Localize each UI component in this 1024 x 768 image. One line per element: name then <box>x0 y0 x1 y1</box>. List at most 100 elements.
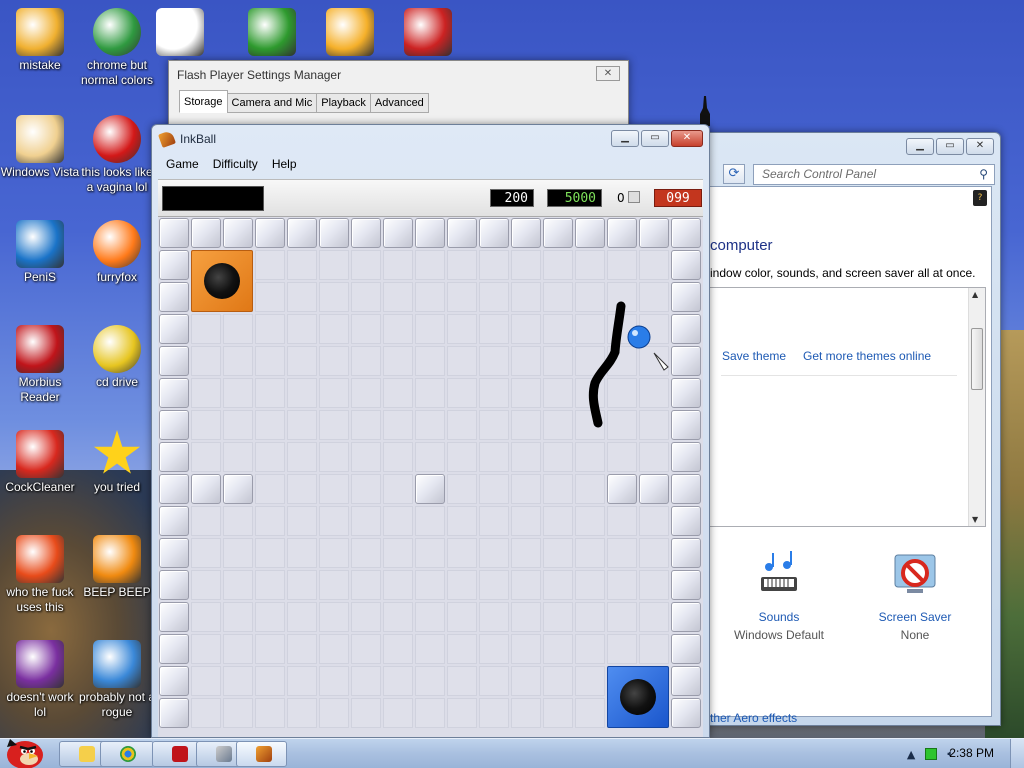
ball-queue-icon <box>627 191 640 203</box>
desktop-wallpaper-tower <box>700 96 710 126</box>
maximize-button[interactable]: ▭ <box>641 130 669 147</box>
inkball-title: InkBall <box>180 132 217 146</box>
blue-ball <box>627 325 651 349</box>
star-icon <box>93 430 141 474</box>
inkball-status-bar: 200 5000 0 099 <box>158 179 703 217</box>
save-theme-link[interactable]: Save theme <box>722 349 786 363</box>
desktop-icon[interactable]: Morbius Reader <box>0 325 80 405</box>
taskbar-inkball-button[interactable] <box>236 741 287 767</box>
network-icon[interactable] <box>925 748 938 760</box>
computer-icon <box>16 8 64 56</box>
minimize-button[interactable]: ▁ <box>906 138 934 155</box>
pen-cursor-icon <box>653 352 669 371</box>
desktop-icon[interactable]: PeniS <box>0 220 80 285</box>
desktop-icon-label: furryfox <box>96 270 137 284</box>
tab-camera-and-mic[interactable]: Camera and Mic <box>226 93 318 113</box>
minimize-button[interactable]: ▁ <box>611 130 639 147</box>
desktop-icon[interactable]: you tried <box>77 430 157 495</box>
aero-effects-link[interactable]: ther Aero effects <box>710 711 797 725</box>
tab-advanced[interactable]: Advanced <box>369 93 429 113</box>
solitaire-icon <box>156 8 204 56</box>
ball-highlight <box>632 330 638 336</box>
ink-layer[interactable] <box>158 217 703 738</box>
flash-tabs: Storage Camera and Mic Playback Advanced <box>179 90 429 113</box>
desktop-icon[interactable]: CockCleaner <box>0 430 80 495</box>
tools-icon <box>216 746 232 762</box>
ink-stroke <box>588 301 626 428</box>
desktop-icon-label: doesn't work lol <box>6 690 74 719</box>
lightning-icon <box>16 535 64 583</box>
chrome-icon <box>93 8 141 56</box>
egg-icon <box>16 115 64 163</box>
divider <box>721 375 957 376</box>
desktop-icon[interactable]: this looks like a vagina lol <box>77 115 157 195</box>
menu-help[interactable]: Help <box>272 154 297 174</box>
page-description: indow color, sounds, and screen saver al… <box>710 266 976 280</box>
scroll-up-icon[interactable]: ▲ <box>972 290 978 299</box>
game-board[interactable] <box>158 217 703 738</box>
sounds-icon <box>761 551 797 591</box>
search-input[interactable]: Search Control Panel ⚲ <box>753 164 995 185</box>
inkball-window-controls: ▁ ▭ ✕ <box>611 130 703 147</box>
desktop-icon[interactable] <box>388 8 468 58</box>
menu-game[interactable]: Game <box>166 154 199 174</box>
desktop-icon-label: BEEP BEEP <box>83 585 151 599</box>
desktop-icon[interactable]: doesn't work lol <box>0 640 80 720</box>
search-icon[interactable]: ⚲ <box>979 167 988 181</box>
desktop-icon-label: Windows Vista <box>0 165 80 179</box>
sounds-value: Windows Default <box>733 628 825 642</box>
firefox-icon <box>93 220 141 268</box>
maximize-button[interactable]: ▭ <box>936 138 964 155</box>
security-shield-icon <box>248 8 296 56</box>
yahoo-messenger-icon <box>16 640 64 688</box>
desktop-icon[interactable]: cd drive <box>77 325 157 390</box>
inkball-window[interactable]: InkBall ▁ ▭ ✕ Game Difficulty Help 200 5… <box>151 124 710 738</box>
theme-list[interactable]: Save theme Get more themes online ▲ ▼ <box>692 287 986 527</box>
screen-saver-item[interactable]: Screen Saver None <box>850 549 980 642</box>
taskbar: ▲ 🔈︎ 2:38 PM <box>0 738 1024 768</box>
winged-badge-icon <box>404 8 452 56</box>
cpanel-toolbar: ⟳ Search Control Panel ⚲ <box>691 161 1000 185</box>
timer-display: 099 <box>654 189 702 207</box>
vlc-cone-icon <box>93 535 141 583</box>
clock[interactable]: 2:38 PM <box>949 746 994 760</box>
flash-title: Flash Player Settings Manager <box>169 61 628 89</box>
desktop-icon[interactable]: probably not a rogue <box>77 640 157 720</box>
desktop-icon[interactable]: mistake <box>0 8 80 73</box>
show-desktop-button[interactable] <box>1010 739 1024 768</box>
chrome-icon <box>120 746 136 762</box>
scroll-thumb[interactable] <box>971 328 983 390</box>
inkball-menubar: Game Difficulty Help <box>158 154 703 174</box>
show-hidden-icons-icon[interactable]: ▲ <box>907 748 915 761</box>
desktop-icon[interactable]: BEEP BEEP <box>77 535 157 600</box>
desktop-icon-label: probably not a rogue <box>78 690 156 719</box>
theme-list-scrollbar[interactable]: ▲ ▼ <box>968 288 985 526</box>
tab-playback[interactable]: Playback <box>316 93 371 113</box>
desktop-icon-label: PeniS <box>23 270 57 284</box>
desktop-icon[interactable]: Windows Vista <box>0 115 80 180</box>
scroll-down-icon[interactable]: ▼ <box>972 515 978 524</box>
desktop-icon-label: CockCleaner <box>5 480 75 494</box>
system-tray: ▲ 🔈︎ <box>907 747 954 761</box>
flash-close-button[interactable]: ✕ <box>596 66 620 81</box>
get-more-themes-link[interactable]: Get more themes online <box>803 349 931 363</box>
screen-saver-label[interactable]: Screen Saver <box>850 610 980 624</box>
close-button[interactable]: ✕ <box>671 130 703 147</box>
menu-difficulty[interactable]: Difficulty <box>213 154 258 174</box>
desktop-icon[interactable]: furryfox <box>77 220 157 285</box>
page-title: computer <box>710 237 773 254</box>
desktop-icon[interactable] <box>232 8 312 58</box>
high-score-display: 5000 <box>547 189 602 207</box>
sounds-label[interactable]: Sounds <box>714 610 844 624</box>
taskbar-chrome-button[interactable] <box>100 741 154 767</box>
tab-storage[interactable]: Storage <box>179 90 228 113</box>
desktop-icon[interactable] <box>310 8 390 58</box>
start-button-angry-bird-icon[interactable] <box>2 733 48 768</box>
help-icon[interactable]: ? <box>973 190 987 206</box>
control-panel-window[interactable]: ▁ ▭ ✕ ⟳ Search Control Panel ⚲ ? compute… <box>690 132 1001 726</box>
desktop-icon[interactable]: who the fuck uses this <box>0 535 80 615</box>
close-button[interactable]: ✕ <box>966 138 994 155</box>
sounds-item[interactable]: Sounds Windows Default <box>714 549 844 642</box>
ccleaner-icon <box>16 430 64 478</box>
refresh-icon[interactable]: ⟳ <box>723 164 745 184</box>
